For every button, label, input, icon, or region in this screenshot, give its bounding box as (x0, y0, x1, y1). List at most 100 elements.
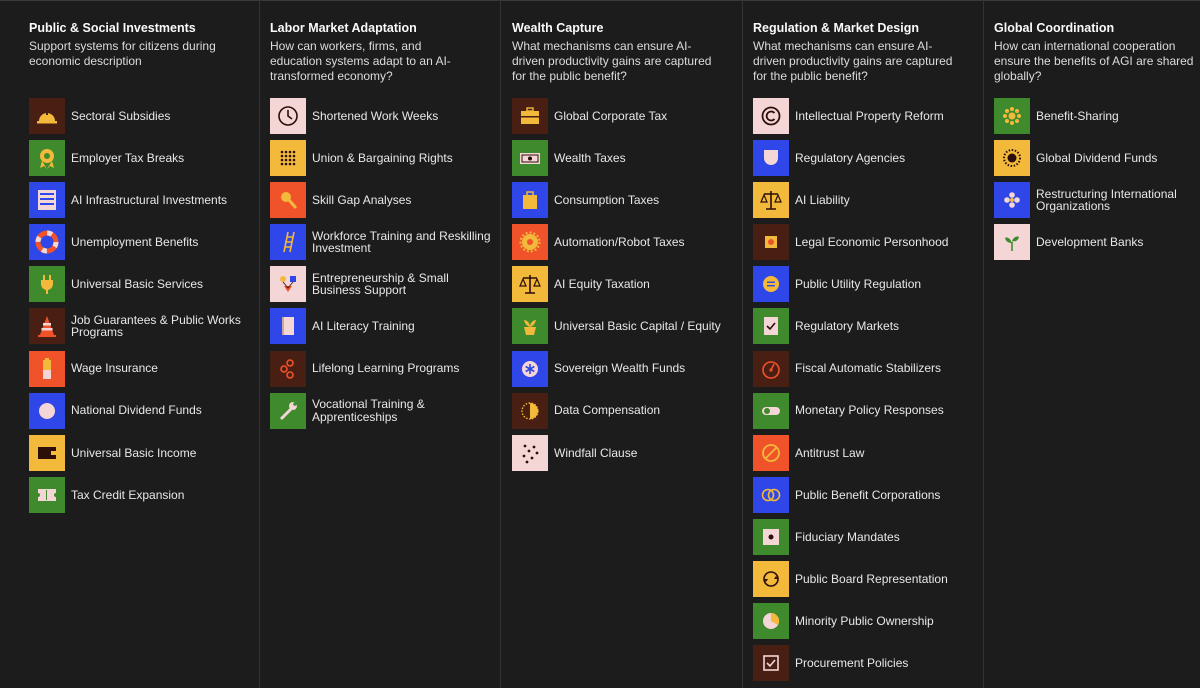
equals-circle-icon (753, 266, 789, 303)
column-title: Labor Market Adaptation (270, 21, 417, 35)
policy-label: Legal Economic Personhood (795, 235, 949, 250)
hard-hat-icon (29, 98, 65, 134)
ticket-icon (29, 476, 65, 513)
policy-label: Procurement Policies (795, 655, 909, 670)
policy-label: Global Corporate Tax (554, 108, 668, 123)
policy-label: Fiduciary Mandates (795, 529, 900, 544)
server-rack-icon (29, 182, 65, 219)
policy-label: Minority Public Ownership (795, 613, 934, 628)
scales-icon (512, 266, 548, 303)
policy-label: Wage Insurance (71, 361, 158, 376)
policy-label: Sovereign Wealth Funds (554, 361, 686, 376)
column-description: What mechanisms can ensure AI-driven pro… (512, 39, 712, 83)
network-icon (270, 350, 306, 387)
policy-label: Universal Basic Capital / Equity (554, 319, 721, 334)
policy-label: Skill Gap Analyses (312, 192, 412, 207)
copyright-icon (753, 98, 789, 134)
policy-board: Public & Social Investments Support syste… (0, 0, 1200, 688)
award-badge-icon (29, 140, 65, 177)
policy-label: Benefit-Sharing (1036, 108, 1119, 123)
policy-label: Entrepreneurship & Small Business Suppor… (312, 270, 449, 298)
column-description: Support systems for citizens during econ… (29, 39, 216, 68)
policy-label: Public Board Representation (795, 571, 948, 586)
column-description: How can workers, firms, and education sy… (270, 39, 451, 83)
policy-label: Universal Basic Income (71, 445, 197, 460)
column-0: Public & Social Investments Support syste… (29, 0, 260, 688)
flower-icon (994, 182, 1030, 219)
banknote-icon (512, 140, 548, 177)
policy-label: Data Compensation (554, 403, 661, 418)
battery-icon (29, 350, 65, 387)
shield-icon (753, 140, 789, 177)
plant-pot-icon (512, 308, 548, 345)
column-title: Global Coordination (994, 21, 1115, 35)
policy-label: Union & Bargaining Rights (312, 150, 453, 165)
policy-label: Antitrust Law (795, 445, 865, 460)
cycle-arrows-icon (753, 561, 789, 598)
scattered-dots-icon (512, 434, 548, 471)
policy-label: Monetary Policy Responses (795, 403, 944, 418)
wallet-icon (29, 434, 65, 471)
policy-label: Sectoral Subsidies (71, 108, 171, 123)
star-circle-icon (512, 350, 548, 387)
clock-icon (270, 98, 306, 134)
briefcase-icon (512, 98, 548, 134)
gauge-icon (753, 350, 789, 387)
square-circle-icon (753, 224, 789, 261)
policy-label: Employer Tax Breaks (71, 150, 185, 165)
policy-label: Unemployment Benefits (71, 235, 199, 250)
circle-icon (29, 392, 65, 429)
policy-label: Global Dividend Funds (1036, 150, 1158, 165)
policy-label: Job Guarantees & Public Works Programs (71, 312, 241, 340)
wrench-icon (270, 392, 306, 429)
sun-icon (994, 98, 1030, 134)
policy-label: Public Benefit Corporations (795, 487, 941, 502)
column-description: How can international cooperation ensure… (994, 39, 1194, 83)
life-ring-icon (29, 224, 65, 261)
policy-label: AI Liability (795, 192, 850, 207)
gear-icon (512, 224, 548, 261)
scales-icon (753, 182, 789, 219)
policy-label: Wealth Taxes (554, 150, 626, 165)
column-1: Labor Market Adaptation How can workers, … (270, 0, 501, 688)
policy-label: Automation/Robot Taxes (554, 235, 685, 250)
toggle-icon (753, 392, 789, 429)
pie-chart-icon (753, 603, 789, 640)
column-title: Wealth Capture (512, 21, 604, 35)
policy-label: Development Banks (1036, 235, 1144, 250)
policy-label: Public Utility Regulation (795, 277, 922, 292)
policy-label: Fiscal Automatic Stabilizers (795, 361, 942, 376)
sprout-icon (994, 224, 1030, 261)
traffic-cone-icon (29, 308, 65, 345)
shopping-bag-icon (512, 182, 548, 219)
column-2: Wealth Capture What mechanisms can ensure… (512, 0, 743, 688)
book-icon (270, 308, 306, 345)
dotted-circle-icon (512, 392, 548, 429)
sunburst-icon (994, 140, 1030, 177)
policy-label: Shortened Work Weeks (312, 108, 439, 123)
plug-icon (29, 266, 65, 303)
policy-label: Regulatory Agencies (795, 150, 906, 165)
policy-label: AI Equity Taxation (554, 277, 650, 292)
policy-label: Regulatory Markets (795, 319, 900, 334)
policy-label: Lifelong Learning Programs (312, 361, 460, 376)
prohibited-icon (753, 434, 789, 471)
column-4: Global Coordination How can international… (994, 0, 1200, 688)
policy-label: AI Literacy Training (312, 319, 415, 334)
policy-label: Tax Credit Expansion (71, 487, 185, 502)
checkbox-icon (753, 645, 789, 682)
policy-label: Vocational Training & Apprenticeships (312, 397, 425, 424)
magnifier-icon (270, 182, 306, 219)
column-title: Public & Social Investments (29, 21, 196, 35)
shapes-icon (270, 266, 306, 303)
policy-label: Intellectual Property Reform (795, 108, 944, 123)
clipboard-check-icon (753, 308, 789, 345)
column-3: Regulation & Market Design What mechanism… (753, 0, 984, 688)
dot-grid-icon (270, 140, 306, 177)
policy-label: AI Infrastructural Investments (71, 192, 228, 207)
policy-label: Windfall Clause (554, 445, 638, 460)
policy-label: Universal Basic Services (71, 277, 204, 292)
column-title: Regulation & Market Design (753, 21, 919, 35)
policy-label: National Dividend Funds (71, 403, 202, 418)
linked-rings-icon (753, 476, 789, 513)
